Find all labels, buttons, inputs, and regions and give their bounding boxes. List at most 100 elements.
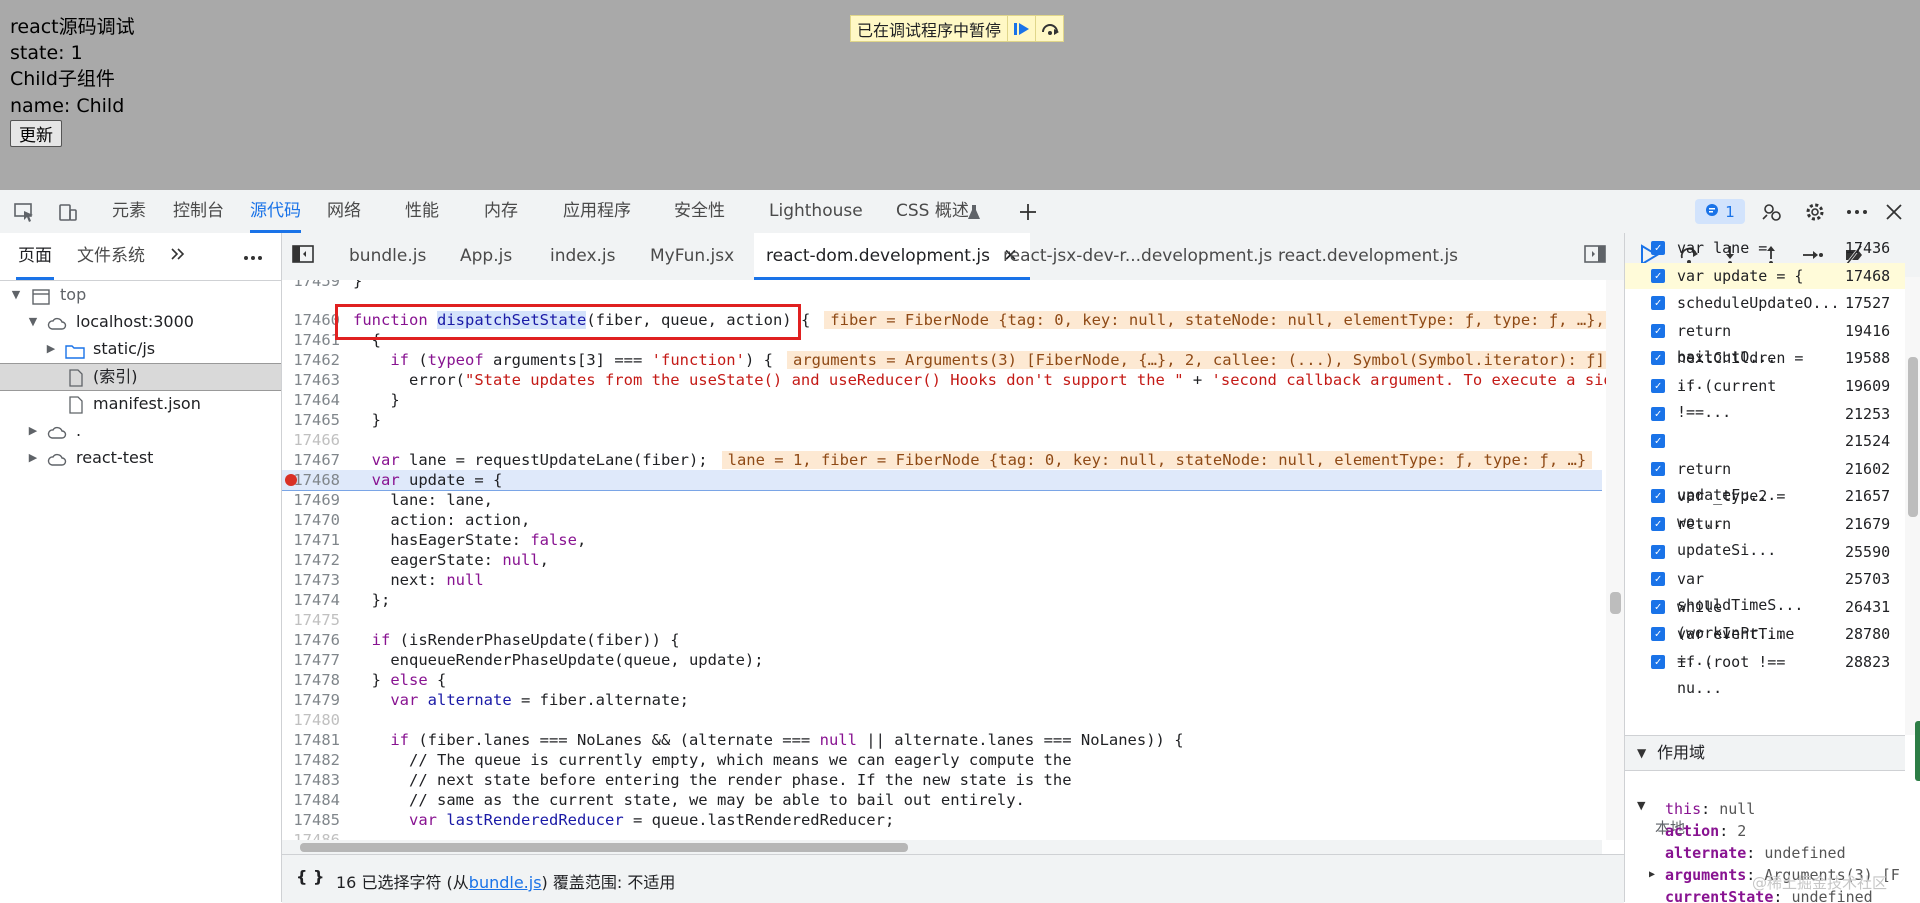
scope-variable[interactable]: this: null — [1625, 798, 1905, 820]
issues-badge[interactable]: 1 — [1695, 199, 1745, 224]
file-tab-myfun[interactable]: MyFun.jsx — [650, 233, 734, 280]
breakpoint-item[interactable]: ✓ 21524 — [1625, 428, 1905, 454]
breakpoint-item[interactable]: ✓ nextChildren = ... 19588 — [1625, 345, 1905, 393]
breakpoint-item[interactable]: ✓ while (workInPr... 26431 — [1625, 594, 1905, 642]
tab-performance[interactable]: 性能 — [405, 190, 439, 233]
checkbox-checked-icon[interactable]: ✓ — [1651, 406, 1665, 421]
code-line: 17486 — [282, 830, 1602, 840]
tree-item-dot[interactable]: ▶ . — [0, 418, 281, 444]
tab-filesystem[interactable]: 文件系统 — [77, 233, 145, 280]
tab-memory[interactable]: 内存 — [484, 190, 518, 233]
sidebar-scrollbar[interactable] — [1905, 277, 1920, 735]
tab-network[interactable]: 网络 — [327, 190, 361, 233]
scroll-thumb[interactable] — [1908, 357, 1918, 517]
tree-item-localhost[interactable]: ▼ localhost:3000 — [0, 309, 281, 335]
editor-horizontal-scrollbar[interactable] — [282, 840, 1602, 854]
line-text: if (isRenderPhaseUpdate(fiber)) { — [371, 631, 680, 649]
code-area[interactable]: 17459} 17460 function dispatchSetState(fi… — [282, 280, 1624, 840]
file-tab-bundle[interactable]: bundle.js — [349, 233, 426, 280]
tab-console[interactable]: 控制台 — [173, 190, 224, 233]
code-line: 17475 — [282, 610, 1602, 630]
line-text: var alternate = fiber.alternate; — [390, 691, 689, 709]
breakpoint-item[interactable]: ✓ var _type2 = wo... 21657 — [1625, 483, 1905, 531]
breakpoint-item[interactable]: ✓ return bailoutO... 19416 — [1625, 318, 1905, 366]
tab-security[interactable]: 安全性 — [674, 190, 725, 233]
breakpoint-item[interactable]: ✓ return updateFu... 21602 — [1625, 456, 1905, 504]
checkbox-checked-icon[interactable]: ✓ — [1651, 379, 1665, 393]
code-line: 17471 hasEagerState: false, — [282, 530, 1602, 550]
scroll-thumb[interactable] — [1610, 592, 1621, 614]
tree-item-react-test[interactable]: ▶ react-test — [0, 445, 281, 471]
checkbox-checked-icon[interactable]: ✓ — [1651, 241, 1665, 255]
checkbox-checked-icon[interactable]: ✓ — [1651, 517, 1665, 531]
file-tab-react-jsx-dev-runtime[interactable]: react-jsx-dev-r...development.js — [1003, 233, 1272, 280]
tree-item-manifest[interactable]: manifest.json — [0, 391, 281, 417]
editor-vertical-scrollbar[interactable] — [1606, 280, 1624, 840]
navigator-menu-icon[interactable] — [243, 233, 263, 280]
line-text: eagerState: null, — [353, 551, 549, 569]
breakpoint-item[interactable]: ✓ if (current !==... 19609 — [1625, 373, 1905, 421]
more-tabs-plus-icon[interactable] — [1016, 200, 1040, 224]
checkbox-checked-icon[interactable]: ✓ — [1651, 351, 1665, 366]
checkbox-checked-icon[interactable]: ✓ — [1651, 268, 1665, 283]
breakpoint-item[interactable]: ✓ 25590 — [1625, 539, 1905, 565]
checkbox-checked-icon[interactable]: ✓ — [1651, 572, 1665, 587]
checkbox-checked-icon[interactable]: ✓ — [1651, 489, 1665, 504]
close-icon[interactable] — [1882, 200, 1906, 224]
scope-section-header[interactable]: ▼ 作用域 — [1625, 735, 1905, 771]
toggle-navigator-icon[interactable] — [292, 245, 314, 267]
tab-sources[interactable]: 源代码 — [250, 190, 301, 233]
checkbox-checked-icon[interactable]: ✓ — [1651, 627, 1665, 642]
more-tabs-chevron-icon[interactable] — [170, 233, 186, 280]
gear-icon[interactable] — [1803, 200, 1827, 224]
checkbox-checked-icon[interactable]: ✓ — [1651, 296, 1665, 311]
inspect-element-icon[interactable] — [12, 200, 36, 224]
breakpoint-item[interactable]: ✓ var eventTime =... 28780 — [1625, 621, 1905, 669]
checkbox-checked-icon[interactable]: ✓ — [1651, 434, 1665, 449]
checkbox-checked-icon[interactable]: ✓ — [1651, 599, 1665, 614]
pretty-print-button[interactable]: { } — [296, 867, 324, 886]
breakpoint-item[interactable]: ✓var lane = requ...17436 — [1625, 235, 1905, 283]
tab-css-overview[interactable]: CSS 概述 — [896, 190, 969, 233]
checkbox-checked-icon[interactable]: ✓ — [1651, 544, 1665, 559]
breakpoint-item[interactable]: ✓ return updateSi... 21679 — [1625, 511, 1905, 559]
scope-local-header[interactable]: ▼ 本地 — [1625, 773, 1905, 837]
paused-text: 已在调试程序中暂停 — [857, 20, 1002, 40]
breakpoint-marker-icon[interactable] — [285, 474, 297, 486]
update-button[interactable]: 更新 — [10, 120, 62, 147]
breakpoint-line: 19588 — [1845, 349, 1891, 368]
file-tab-app[interactable]: App.js — [460, 233, 512, 280]
tab-elements[interactable]: 元素 — [112, 190, 146, 233]
step-over-icon[interactable] — [1035, 16, 1063, 41]
line-text: }; — [353, 591, 391, 609]
breakpoint-item[interactable]: ✓ if (root !== nu... 28823 — [1625, 649, 1905, 697]
scroll-thumb[interactable] — [300, 843, 908, 852]
tab-lighthouse[interactable]: Lighthouse — [769, 190, 863, 233]
code-line: 17464 } — [282, 390, 1602, 410]
file-tab-react-dom[interactable]: react-dom.development.js ✕ — [754, 233, 1030, 280]
breakpoint-item[interactable]: ✓ scheduleUpdateO... 17527 — [1625, 290, 1905, 316]
breakpoint-item[interactable]: ✓ 21253 — [1625, 401, 1905, 427]
code-line: 17481 if (fiber.lanes === NoLanes && (al… — [282, 730, 1602, 750]
more-options-icon[interactable] — [1845, 200, 1869, 224]
file-tab-react[interactable]: react.development.js — [1278, 233, 1458, 280]
tree-item-index[interactable]: (索引) — [0, 363, 281, 391]
checkbox-checked-icon[interactable]: ✓ — [1651, 461, 1665, 476]
breakpoint-item[interactable]: ✓ var update = {17468 — [1625, 262, 1905, 289]
source-link[interactable]: bundle.js — [469, 873, 542, 892]
tab-application[interactable]: 应用程序 — [563, 190, 631, 233]
line-number: 17472 — [293, 551, 340, 569]
tree-item-static-js[interactable]: ▶ static/js — [0, 336, 281, 362]
customize-icon[interactable] — [1760, 200, 1784, 224]
scope-variable[interactable]: alternate: undefined — [1625, 842, 1905, 864]
tab-page[interactable]: 页面 — [16, 233, 54, 280]
resume-icon[interactable] — [1007, 16, 1035, 41]
checkbox-checked-icon[interactable]: ✓ — [1651, 655, 1665, 669]
breakpoint-item[interactable]: ✓ var shouldTimeS... 25703 — [1625, 566, 1905, 614]
tree-item-top[interactable]: ▼ top — [0, 282, 281, 308]
scope-variable[interactable]: action: 2 — [1625, 820, 1905, 842]
toggle-debugger-icon[interactable] — [1584, 245, 1606, 267]
checkbox-checked-icon[interactable]: ✓ — [1651, 323, 1665, 338]
device-toolbar-icon[interactable] — [56, 200, 80, 224]
file-tab-index[interactable]: index.js — [550, 233, 616, 280]
